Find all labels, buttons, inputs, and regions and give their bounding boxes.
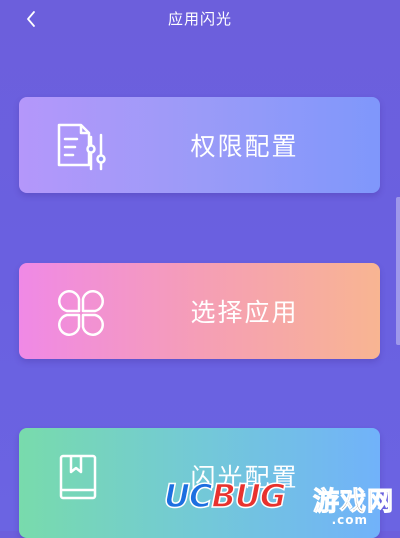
card-label: 权限配置 [190, 132, 299, 161]
top-bar: 应用闪光 [0, 0, 400, 40]
book-icon [53, 450, 109, 504]
watermark-domain: .com [331, 513, 368, 527]
scrollbar[interactable] [396, 197, 400, 345]
page-title: 应用闪光 [167, 10, 232, 28]
watermark-logo: UCBUG 游戏网 .com [163, 476, 394, 527]
watermark-brand: UCBUG [163, 476, 287, 516]
four-leaf-app-icon [53, 285, 109, 339]
select-app-card[interactable]: 选择应用 [19, 263, 380, 359]
document-settings-icon [53, 119, 109, 173]
permission-config-card[interactable]: 权限配置 [19, 97, 380, 193]
card-label: 选择应用 [190, 298, 299, 327]
